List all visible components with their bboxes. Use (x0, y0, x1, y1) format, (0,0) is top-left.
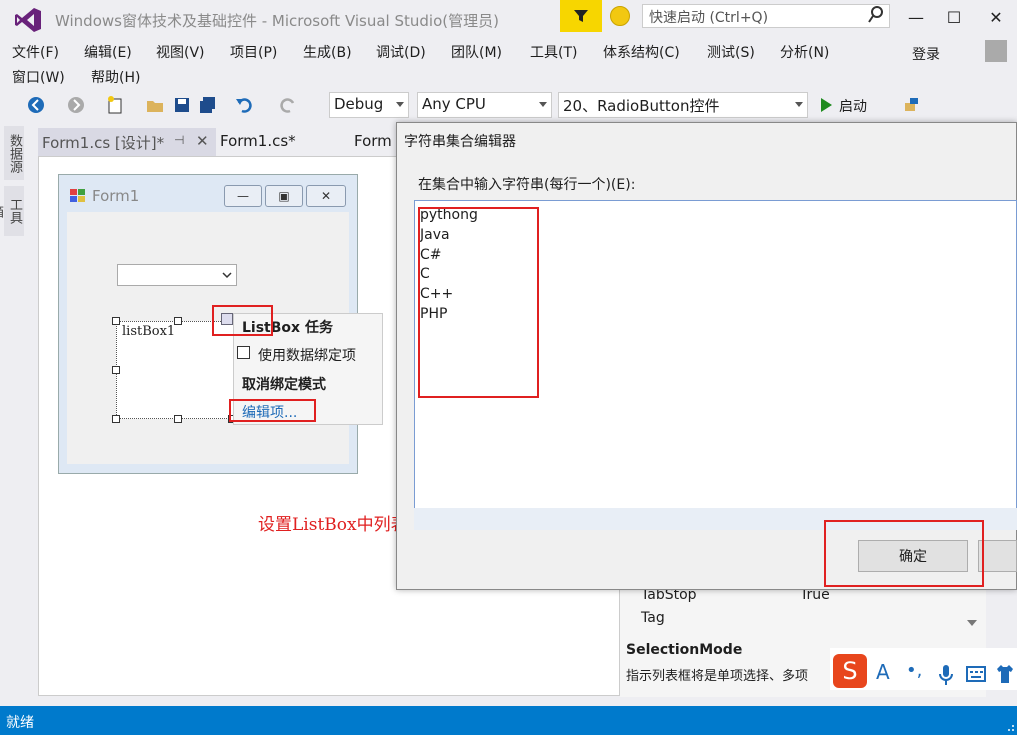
status-bar: 就绪 (0, 706, 1017, 735)
menu-bar (0, 38, 1017, 88)
menu-architecture[interactable]: 体系结构(C) (603, 42, 680, 62)
maximize-button[interactable]: ☐ (934, 4, 974, 30)
search-icon (868, 6, 883, 23)
solution-config-select[interactable]: Debug (329, 92, 409, 118)
redo-icon[interactable] (278, 95, 298, 115)
combobox-control[interactable] (117, 264, 237, 286)
menu-window[interactable]: 窗口(W) (12, 67, 65, 87)
pin-icon[interactable]: ⊣ (174, 133, 184, 147)
login-link[interactable]: 登录 (912, 44, 940, 64)
font-style-icon[interactable]: A (876, 660, 890, 684)
prop-desc-text: 指示列表框将是单项选择、多项 (626, 669, 809, 684)
sidebar-tab-datasources[interactable]: 数据源 (4, 126, 24, 180)
skin-shirt-icon[interactable] (995, 664, 1015, 684)
microphone-icon[interactable] (938, 664, 954, 686)
dropdown-arrow-icon[interactable] (966, 619, 978, 627)
menu-test[interactable]: 测试(S) (707, 42, 755, 62)
dialog-prompt: 在集合中输入字符串(每行一个)(E): (418, 177, 636, 193)
tool-icon[interactable] (902, 95, 922, 115)
minimize-button[interactable]: — (896, 4, 936, 30)
prop-name-tag: Tag (641, 610, 665, 626)
menu-edit[interactable]: 编辑(E) (84, 42, 132, 62)
startup-project-select[interactable]: 20、RadioButton控件 (558, 92, 808, 118)
menu-view[interactable]: 视图(V) (156, 42, 205, 62)
save-all-icon[interactable] (198, 95, 218, 115)
data-bound-label: 使用数据绑定项 (258, 348, 356, 364)
start-button[interactable]: 启动 (839, 96, 867, 116)
start-play-icon[interactable] (819, 97, 833, 113)
menu-project[interactable]: 项目(P) (230, 42, 277, 62)
form-close-icon: ✕ (306, 185, 346, 207)
resize-handle[interactable] (174, 415, 182, 423)
form-icon (70, 189, 85, 202)
form-minimize-icon: — (224, 185, 262, 207)
undo-icon[interactable] (234, 95, 254, 115)
platform-select[interactable]: Any CPU (417, 92, 552, 118)
solution-config-value: Debug (334, 95, 384, 113)
tab-label: Form1.cs [设计]* (42, 134, 165, 152)
highlight-box-content (418, 207, 539, 398)
highlight-box-ok (824, 520, 984, 587)
resize-grip-icon[interactable] (1003, 720, 1015, 732)
menu-team[interactable]: 团队(M) (451, 42, 502, 62)
back-icon[interactable] (26, 95, 46, 115)
listbox-label: listBox1 (122, 324, 176, 339)
tab-form-code[interactable]: Form1.cs* (216, 128, 300, 156)
sidebar-tab-toolbox[interactable]: 工具箱 (0, 186, 24, 236)
avatar[interactable] (985, 40, 1007, 62)
highlight-box-smart-tag (212, 305, 273, 336)
chevron-down-icon (539, 102, 547, 107)
resize-handle[interactable] (112, 415, 120, 423)
close-icon[interactable]: ✕ (196, 132, 209, 150)
prop-desc-title: SelectionMode (626, 642, 743, 658)
menu-debug[interactable]: 调试(D) (376, 42, 426, 62)
visual-studio-logo-icon (15, 8, 41, 32)
new-project-icon[interactable] (105, 95, 125, 115)
platform-value: Any CPU (422, 95, 486, 113)
filter-icon[interactable] (560, 0, 602, 32)
forward-icon[interactable] (66, 95, 86, 115)
quick-launch-input[interactable]: 快速启动 (Ctrl+Q) (642, 4, 890, 28)
form-title: Form1 (92, 187, 140, 205)
punctuation-icon[interactable]: •, (906, 660, 922, 681)
keyboard-icon[interactable] (966, 666, 986, 682)
feedback-smiley-icon[interactable] (610, 6, 630, 26)
dialog-title: 字符串集合编辑器 (404, 134, 516, 150)
data-bound-checkbox[interactable] (237, 346, 250, 359)
startup-project-value: 20、RadioButton控件 (563, 97, 720, 115)
menu-file[interactable]: 文件(F) (12, 42, 59, 62)
chevron-down-icon (396, 102, 404, 107)
resize-handle[interactable] (112, 317, 120, 325)
menu-build[interactable]: 生成(B) (303, 42, 352, 62)
close-window-button[interactable]: ✕ (976, 4, 1016, 30)
window-title: Windows窗体技术及基础控件 - Microsoft Visual Stud… (55, 12, 499, 30)
resize-handle[interactable] (174, 317, 182, 325)
highlight-box-edit-items (229, 399, 316, 422)
open-folder-icon[interactable] (145, 95, 165, 115)
tab-form-designer[interactable]: Form1.cs [设计]* ⊣ ✕ (38, 128, 216, 156)
tab-form-other[interactable]: Form (350, 128, 396, 156)
unbind-mode-label[interactable]: 取消绑定模式 (242, 374, 326, 394)
menu-help[interactable]: 帮助(H) (91, 67, 140, 87)
chevron-down-icon (795, 102, 803, 107)
save-icon[interactable] (172, 95, 192, 115)
resize-handle[interactable] (112, 366, 120, 374)
menu-analyze[interactable]: 分析(N) (780, 42, 829, 62)
chevron-down-icon (222, 272, 232, 279)
menu-tools[interactable]: 工具(T) (530, 42, 577, 62)
sogou-logo-icon[interactable]: S (833, 654, 867, 688)
form-maximize-icon: ▣ (265, 185, 303, 207)
